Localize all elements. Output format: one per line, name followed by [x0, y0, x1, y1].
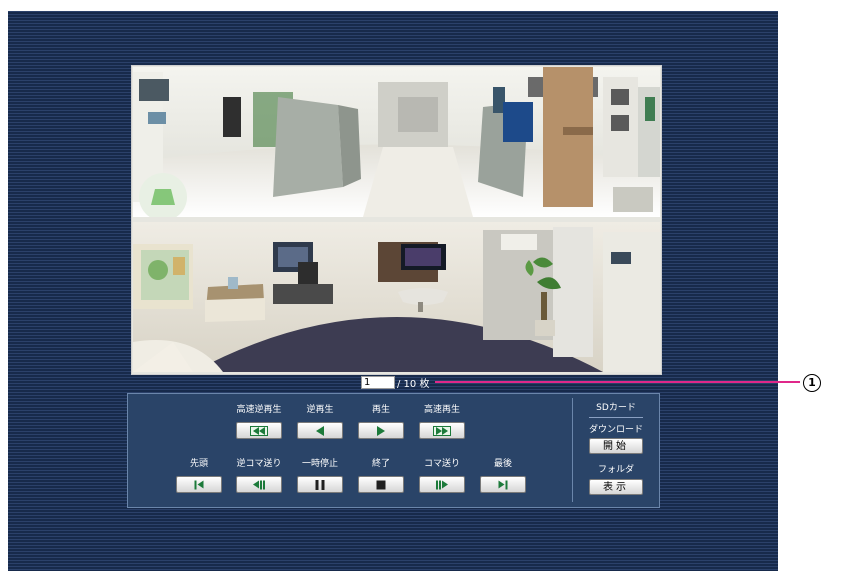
- skip-to-last-control: 最後: [476, 458, 530, 493]
- page-total: / 10 枚: [397, 378, 430, 390]
- panorama-upper: [133, 67, 660, 217]
- skip-to-last-label: 最後: [493, 459, 512, 469]
- reverse-play-icon: [316, 425, 324, 436]
- fast-forward-button[interactable]: [419, 422, 465, 439]
- folder-label: フォルダ: [597, 465, 634, 475]
- skip-to-first-label: 先頭: [189, 459, 208, 469]
- sd-card-title: SDカード: [596, 403, 636, 413]
- fast-reverse-button[interactable]: [236, 422, 282, 439]
- reverse-play-button[interactable]: [297, 422, 343, 439]
- folder-show-button[interactable]: 表示: [589, 479, 643, 495]
- frame-back-label: 逆コマ送り: [236, 459, 282, 469]
- stop-icon: [376, 480, 386, 489]
- sd-title-underline: [589, 417, 643, 418]
- skip-to-last-button[interactable]: [480, 476, 526, 493]
- fast-reverse-control: 高速逆再生: [232, 404, 286, 439]
- fast-forward-control: 高速再生: [415, 404, 469, 439]
- frame-forward-control: コマ送り: [415, 458, 469, 493]
- stop-label: 終了: [371, 459, 390, 469]
- panorama-lower: [133, 222, 660, 372]
- frame-forward-button[interactable]: [419, 476, 465, 493]
- pause-button[interactable]: [297, 476, 343, 493]
- page-counter: / 10 枚: [361, 375, 430, 390]
- play-control: 再生: [354, 404, 408, 439]
- frame-back-control: 逆コマ送り: [232, 458, 286, 493]
- page-number-input[interactable]: [361, 375, 395, 389]
- play-label: 再生: [371, 405, 390, 415]
- callout-number: 1: [803, 374, 821, 392]
- skip-to-first-button[interactable]: [176, 476, 222, 493]
- fast-forward-icon: [433, 425, 451, 436]
- frame-forward-icon: [436, 480, 448, 489]
- playback-controls: 高速逆再生 逆再生 再生 高速再生 先頭 逆コマ送り 一時停止 終了 コマ送り …: [127, 393, 660, 508]
- pause-icon: [315, 479, 325, 490]
- download-label: ダウンロード: [588, 425, 643, 435]
- camera-image: [131, 65, 662, 375]
- frame-back-icon: [253, 480, 265, 489]
- frame-forward-label: コマ送り: [423, 459, 460, 469]
- skip-to-first-control: 先頭: [172, 458, 226, 493]
- fast-reverse-label: 高速逆再生: [236, 405, 282, 415]
- play-button[interactable]: [358, 422, 404, 439]
- play-icon: [377, 425, 385, 436]
- reverse-play-control: 逆再生: [293, 404, 347, 439]
- skip-to-first-icon: [194, 480, 204, 489]
- download-start-button[interactable]: 開始: [589, 438, 643, 454]
- stop-button[interactable]: [358, 476, 404, 493]
- sd-section-divider: [572, 398, 573, 502]
- frame-back-button[interactable]: [236, 476, 282, 493]
- callout-line: [435, 381, 800, 383]
- pause-label: 一時停止: [301, 459, 338, 469]
- fast-reverse-icon: [250, 425, 268, 436]
- stop-control: 終了: [354, 458, 408, 493]
- fast-forward-label: 高速再生: [423, 405, 460, 415]
- skip-to-last-icon: [498, 480, 508, 489]
- pause-control: 一時停止: [293, 458, 347, 493]
- reverse-play-label: 逆再生: [306, 405, 334, 415]
